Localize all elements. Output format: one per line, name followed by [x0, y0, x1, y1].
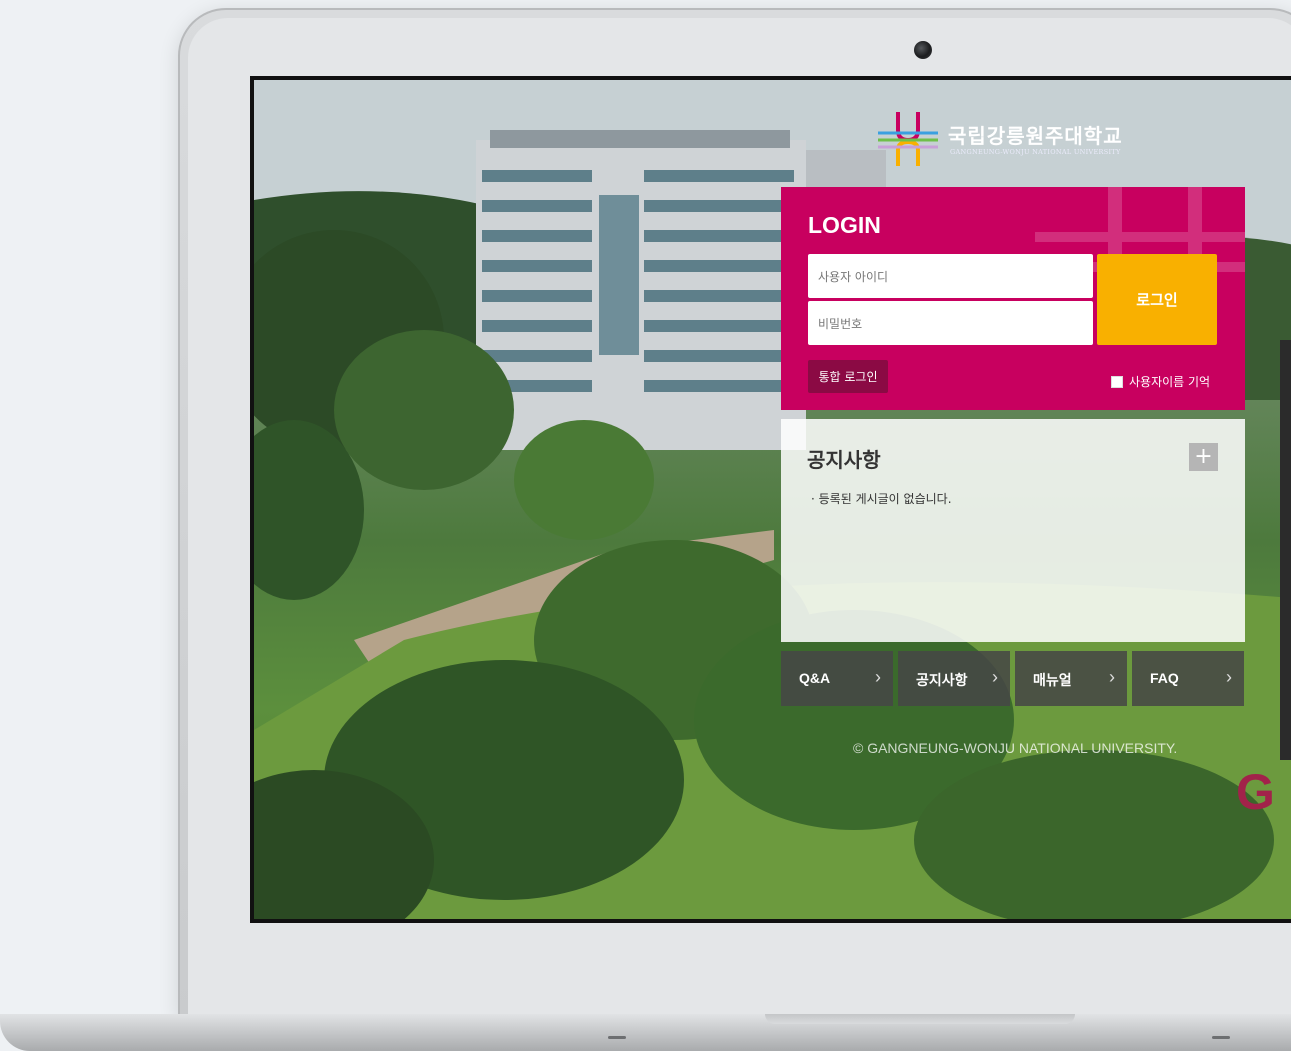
notice-panel: 공지사항 + · 등록된 게시글이 없습니다. — [781, 419, 1245, 642]
remember-username[interactable]: 사용자이름 기억 — [1111, 373, 1210, 390]
laptop-foot — [1212, 1036, 1230, 1039]
campus-background: 국립강릉원주대학교 GANGNEUNG-WONJU NATIONAL UNIVE… — [254, 80, 1291, 919]
chevron-right-icon: › — [1109, 667, 1115, 687]
laptop-screen: 국립강릉원주대학교 GANGNEUNG-WONJU NATIONAL UNIVE… — [250, 76, 1291, 923]
remember-label: 사용자이름 기억 — [1129, 375, 1211, 389]
quicklink-label: 공지사항 — [916, 672, 968, 688]
sso-login-button[interactable]: 통합 로그인 — [808, 360, 888, 393]
login-button[interactable]: 로그인 — [1097, 254, 1217, 345]
laptop-foot — [608, 1036, 626, 1039]
chevron-right-icon: › — [1226, 667, 1232, 687]
quicklink-label: FAQ — [1150, 670, 1179, 686]
quicklink-label: 매뉴얼 — [1033, 672, 1072, 688]
notice-title: 공지사항 — [807, 448, 881, 472]
logo-title: 국립강릉원주대학교 — [948, 124, 1123, 148]
copyright-text: © GANGNEUNG-WONJU NATIONAL UNIVERSITY. — [853, 740, 1178, 756]
remember-checkbox[interactable] — [1111, 375, 1123, 388]
university-logo: 국립강릉원주대학교 GANGNEUNG-WONJU NATIONAL UNIVE… — [876, 108, 1176, 170]
quicklink-faq[interactable]: FAQ › — [1132, 651, 1244, 706]
logo-subtitle: GANGNEUNG-WONJU NATIONAL UNIVERSITY — [950, 148, 1121, 156]
laptop-base — [0, 1014, 1291, 1051]
camera-icon — [914, 41, 932, 59]
quicklink-manual[interactable]: 매뉴얼 › — [1015, 651, 1127, 706]
chevron-right-icon: › — [992, 667, 998, 687]
quicklink-notice[interactable]: 공지사항 › — [898, 651, 1010, 706]
login-title: LOGIN — [808, 212, 881, 238]
login-panel: LOGIN 사용자 아이디 비밀번호 로그인 통합 로그인 사용자이름 기억 — [781, 187, 1245, 410]
chevron-right-icon: › — [875, 667, 881, 687]
university-emblem-icon — [878, 112, 938, 166]
quicklink-label: Q&A — [799, 670, 831, 686]
quicklink-qna[interactable]: Q&A › — [781, 651, 893, 706]
password-input[interactable]: 비밀번호 — [808, 301, 1093, 345]
notice-more-button[interactable]: + — [1189, 443, 1218, 471]
laptop-hinge-notch — [765, 1014, 1075, 1024]
brand-mark: G — [1236, 764, 1275, 820]
notice-empty-message: · 등록된 게시글이 없습니다. — [811, 492, 952, 506]
username-input[interactable]: 사용자 아이디 — [808, 254, 1093, 298]
